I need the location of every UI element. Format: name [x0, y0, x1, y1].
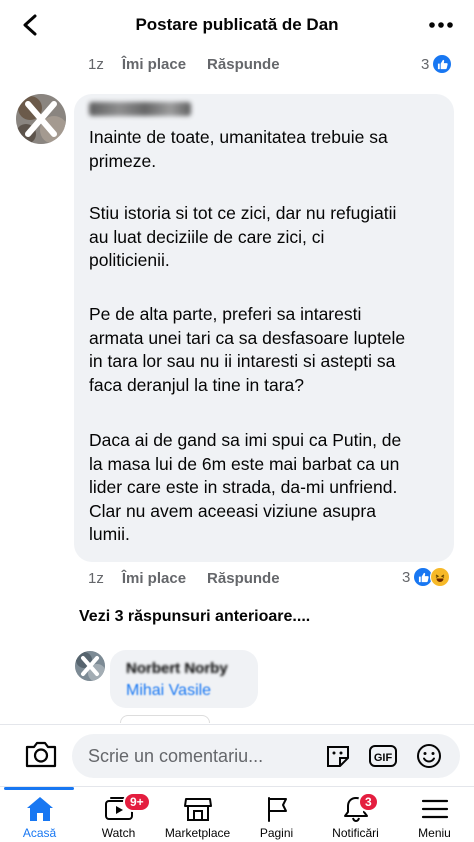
like-button[interactable]: Îmi place — [122, 56, 186, 73]
bottom-navigation: Acasă 9+ Watch Marketplace Pagini 3 Noti… — [0, 786, 474, 842]
emoji-icon[interactable] — [415, 743, 443, 769]
comment-composer: GIF — [0, 724, 474, 786]
reaction-number: 3 — [402, 568, 411, 586]
active-indicator — [4, 787, 74, 790]
home-icon — [26, 797, 53, 821]
nav-label: Pagini — [259, 826, 294, 840]
top-bar: Postare publicată de Dan — [0, 0, 474, 50]
watch-badge: 9+ — [123, 792, 151, 812]
nav-pages[interactable]: Pagini — [237, 787, 316, 842]
nav-label: Notificări — [332, 826, 379, 840]
comment-paragraph: Pe de alta parte, preferi sa intaresti a… — [89, 304, 406, 395]
reply-author-name[interactable]: Norbert Norby — [126, 660, 228, 677]
comment-paragraph: Stiu istoria si tot ce zici, dar nu refu… — [89, 203, 397, 270]
reply-mention-link[interactable]: Mihai Vasile — [126, 682, 211, 700]
commenter-avatar[interactable] — [16, 94, 66, 144]
like-button[interactable]: Îmi place — [122, 570, 186, 587]
comment-paragraph: Inainte de toate, umanitatea trebuie sa … — [89, 127, 388, 171]
nav-label: Watch — [101, 826, 136, 840]
nav-label: Marketplace — [164, 826, 231, 840]
nav-watch[interactable]: 9+ Watch — [79, 787, 158, 842]
comment-input[interactable] — [88, 734, 308, 778]
comment-actions: 1z Îmi place Răspunde — [88, 570, 280, 587]
reaction-count[interactable]: 3 — [402, 567, 451, 587]
previous-comment-actions: 1z Îmi place Răspunde — [88, 56, 280, 73]
reaction-count[interactable]: 3 — [421, 54, 453, 74]
marketplace-icon — [183, 798, 212, 821]
reply-author-avatar[interactable] — [75, 651, 105, 681]
view-previous-replies-link[interactable]: Vezi 3 răspunsuri anterioare.... — [79, 608, 310, 626]
comment-time: 1z — [88, 56, 104, 73]
nav-label: Meniu — [418, 826, 451, 840]
sticker-icon[interactable] — [324, 743, 352, 769]
notifications-badge: 3 — [358, 792, 379, 812]
reply-bubble: Norbert Norby Mihai Vasile — [110, 650, 258, 708]
comment-paragraph: Daca ai de gand sa imi spui ca Putin, de… — [89, 430, 402, 544]
like-reaction-icon — [432, 54, 453, 74]
reply-button[interactable]: Răspunde — [207, 570, 280, 587]
pages-flag-icon — [267, 797, 287, 822]
more-options-icon[interactable] — [428, 16, 454, 34]
nav-home[interactable]: Acasă — [0, 787, 79, 842]
page-title: Postare publicată de Dan — [135, 15, 339, 34]
nav-marketplace[interactable]: Marketplace — [158, 787, 237, 842]
nav-menu[interactable]: Meniu — [395, 787, 474, 842]
camera-icon[interactable] — [24, 739, 58, 769]
gif-icon[interactable]: GIF — [368, 743, 398, 769]
nav-label: Acasă — [22, 826, 57, 840]
reaction-number: 3 — [421, 55, 430, 73]
nav-notifications[interactable]: 3 Notificări — [316, 787, 395, 842]
comment-time: 1z — [88, 570, 104, 587]
redacted-author-name[interactable] — [89, 102, 191, 116]
reply-button[interactable]: Răspunde — [207, 56, 280, 73]
haha-reaction-icon — [430, 567, 451, 587]
menu-icon — [421, 799, 448, 819]
svg-text:GIF: GIF — [374, 752, 393, 764]
next-reply-peek — [120, 715, 210, 723]
comment-bubble: Inainte de toate, umanitatea trebuie sa … — [74, 94, 454, 562]
comment-input-box[interactable]: GIF — [72, 734, 460, 778]
